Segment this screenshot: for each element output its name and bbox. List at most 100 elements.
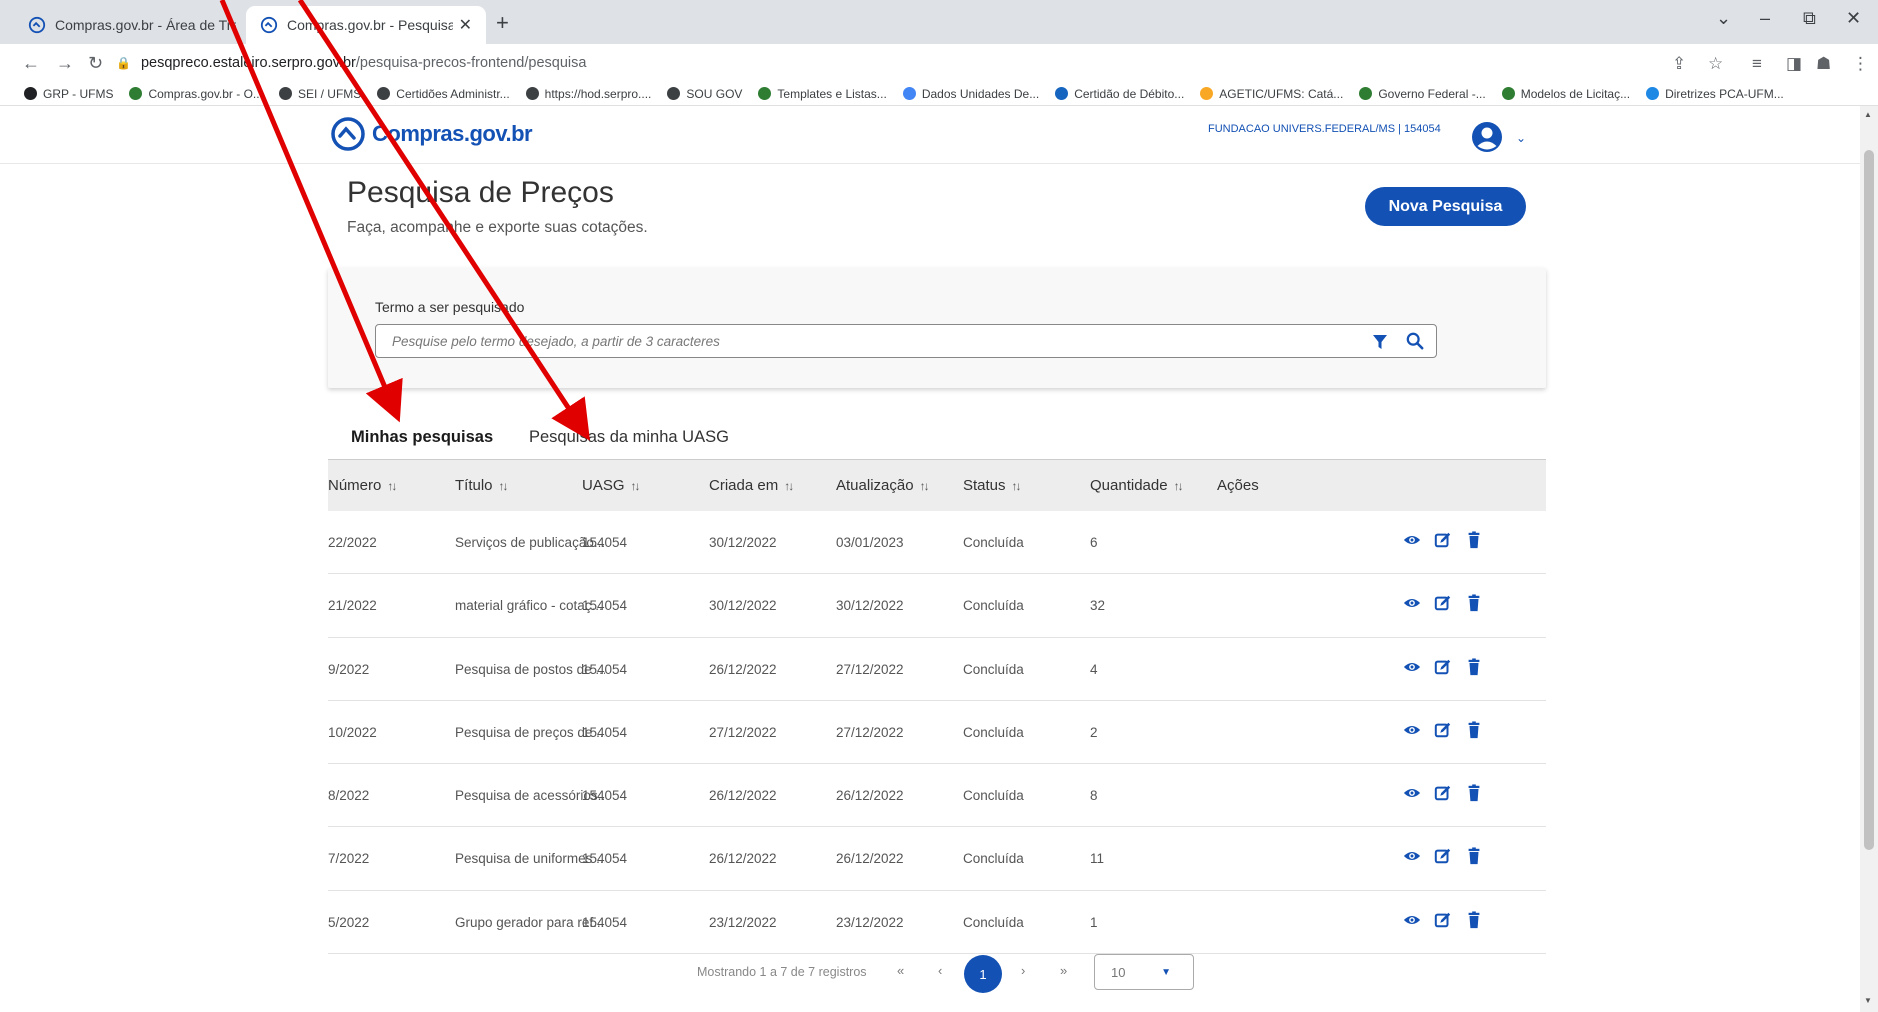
bookmark-item[interactable]: Modelos de Licitaç... [1501, 87, 1630, 101]
page-scrollbar[interactable]: ▲ ▼ [1860, 106, 1878, 1012]
compras-favicon-icon [260, 16, 278, 34]
scrollbar-thumb[interactable] [1864, 150, 1874, 850]
bookmark-item[interactable]: Governo Federal -... [1359, 87, 1486, 101]
reload-icon[interactable]: ↻ [88, 53, 103, 74]
tab-pesquisas-uasg[interactable]: Pesquisas da minha UASG [529, 428, 729, 447]
bookmark-item[interactable]: Templates e Listas... [758, 87, 887, 101]
view-eye-icon[interactable] [1403, 847, 1421, 865]
profile-extension-icon[interactable]: ☗ [1816, 54, 1831, 74]
back-icon[interactable]: ← [22, 53, 40, 74]
column-header-numero[interactable]: Número ↑↓ [328, 477, 397, 494]
column-header-atualizacao[interactable]: Atualização ↑↓ [836, 477, 930, 494]
delete-trash-icon[interactable] [1465, 594, 1483, 612]
bookmark-star-icon[interactable]: ☆ [1708, 54, 1723, 74]
bookmark-item[interactable]: Certidão de Débito... [1055, 87, 1184, 101]
column-header-status[interactable]: Status ↑↓ [963, 477, 1022, 494]
delete-trash-icon[interactable] [1465, 847, 1483, 865]
sort-icon[interactable]: ↑↓ [1174, 479, 1184, 493]
close-tab-icon[interactable]: ✕ [459, 15, 472, 35]
view-eye-icon[interactable] [1403, 531, 1421, 549]
minimize-button[interactable]: – [1760, 8, 1770, 29]
search-icon[interactable] [1406, 332, 1424, 350]
column-header-criada[interactable]: Criada em ↑↓ [709, 477, 794, 494]
cell-numero: 8/2022 [328, 788, 370, 804]
reading-list-icon[interactable]: ≡ [1752, 54, 1762, 74]
view-eye-icon[interactable] [1403, 911, 1421, 929]
current-page-button[interactable]: 1 [964, 955, 1002, 993]
view-eye-icon[interactable] [1403, 594, 1421, 612]
chevron-down-icon[interactable]: ⌄ [1516, 131, 1526, 145]
sort-icon[interactable]: ↑↓ [499, 479, 509, 493]
scroll-down-arrow-icon[interactable]: ▼ [1864, 996, 1872, 1005]
first-page-button[interactable]: « [897, 963, 904, 978]
sort-icon[interactable]: ↑↓ [387, 479, 397, 493]
page-size-select[interactable]: 10 ▼ [1094, 954, 1194, 990]
menu-icon[interactable]: ⋮ [1852, 54, 1869, 74]
share-icon[interactable]: ⇪ [1672, 54, 1686, 74]
row-actions [1403, 594, 1483, 612]
restore-button[interactable]: ⧉ [1803, 8, 1816, 29]
edit-icon[interactable] [1434, 847, 1452, 865]
row-actions [1403, 784, 1483, 802]
next-page-button[interactable]: › [1021, 963, 1025, 978]
bookmark-item[interactable]: SOU GOV [667, 87, 742, 101]
search-input[interactable]: Pesquise pelo termo desejado, a partir d… [375, 324, 1437, 358]
site-header: Compras.gov.br FUNDACAO UNIVERS.FEDERAL/… [0, 106, 1860, 164]
compras-icon [129, 87, 143, 100]
browser-tab-area-trabalho[interactable]: Compras.gov.br - Área de Trabalho [14, 6, 250, 44]
bookmark-item[interactable]: https://hod.serpro.... [525, 87, 651, 101]
tab-search-icon[interactable]: ⌄ [1716, 8, 1731, 29]
column-header-titulo[interactable]: Título ↑↓ [455, 477, 509, 494]
edit-icon[interactable] [1434, 911, 1452, 929]
close-window-button[interactable]: ✕ [1846, 8, 1861, 29]
bookmark-item[interactable]: Dados Unidades De... [902, 87, 1039, 101]
pagination-info: Mostrando 1 a 7 de 7 registros [697, 965, 867, 979]
page-title: Pesquisa de Preços [347, 176, 614, 209]
scroll-up-arrow-icon[interactable]: ▲ [1864, 110, 1872, 119]
delete-trash-icon[interactable] [1465, 531, 1483, 549]
bookmark-item[interactable]: Certidões Administr... [377, 87, 510, 101]
delete-trash-icon[interactable] [1465, 784, 1483, 802]
prev-page-button[interactable]: ‹ [938, 963, 942, 978]
compras-logo[interactable]: Compras.gov.br [330, 116, 533, 152]
forward-icon[interactable]: → [56, 53, 74, 74]
bookmark-label: Certidão de Débito... [1074, 86, 1185, 101]
column-header-quantidade[interactable]: Quantidade ↑↓ [1090, 477, 1184, 494]
table-row: 22/2022 Serviços de publicação... 154054 30… [328, 511, 1546, 575]
side-panel-icon[interactable]: ◨ [1786, 54, 1802, 74]
sort-icon[interactable]: ↑↓ [1012, 479, 1022, 493]
edit-icon[interactable] [1434, 721, 1452, 739]
delete-trash-icon[interactable] [1465, 721, 1483, 739]
edit-icon[interactable] [1434, 531, 1452, 549]
new-tab-button[interactable]: + [496, 10, 509, 36]
view-eye-icon[interactable] [1403, 658, 1421, 676]
edit-icon[interactable] [1434, 594, 1452, 612]
lock-icon: 🔒 [116, 56, 131, 70]
last-page-button[interactable]: » [1060, 963, 1067, 978]
view-eye-icon[interactable] [1403, 784, 1421, 802]
bookmark-item[interactable]: AGETIC/UFMS: Catá... [1200, 87, 1343, 101]
sort-icon[interactable]: ↑↓ [631, 479, 641, 493]
browser-tab-pesquisa[interactable]: Compras.gov.br - Pesquisa de Preços ✕ [246, 6, 486, 44]
delete-trash-icon[interactable] [1465, 658, 1483, 676]
column-header-label: Atualização [836, 477, 914, 494]
bookmark-item[interactable]: GRP - UFMS [24, 87, 113, 101]
address-bar[interactable]: 🔒 pesqpreco.estaleiro.serpro.gov.br/pesq… [116, 48, 1656, 78]
url-path: /pesquisa-precos-frontend/pesquisa [355, 55, 587, 71]
edit-icon[interactable] [1434, 784, 1452, 802]
browser-toolbar: ← → ↻ 🔒 pesqpreco.estaleiro.serpro.gov.b… [0, 44, 1878, 82]
view-eye-icon[interactable] [1403, 721, 1421, 739]
edit-icon[interactable] [1434, 658, 1452, 676]
tab-minhas-pesquisas[interactable]: Minhas pesquisas [351, 428, 493, 447]
bookmark-item[interactable]: Compras.gov.br - O... [129, 87, 263, 101]
filter-icon[interactable] [1372, 334, 1388, 350]
user-avatar-icon[interactable] [1472, 122, 1502, 152]
bookmark-item[interactable]: SEI / UFMS [278, 87, 361, 101]
bookmark-item[interactable]: Diretrizes PCA-UFM... [1646, 87, 1784, 101]
nova-pesquisa-button[interactable]: Nova Pesquisa [1365, 187, 1526, 226]
receita-icon [1055, 87, 1069, 100]
sort-icon[interactable]: ↑↓ [920, 479, 930, 493]
sort-icon[interactable]: ↑↓ [784, 479, 794, 493]
delete-trash-icon[interactable] [1465, 911, 1483, 929]
column-header-uasg[interactable]: UASG ↑↓ [582, 477, 641, 494]
